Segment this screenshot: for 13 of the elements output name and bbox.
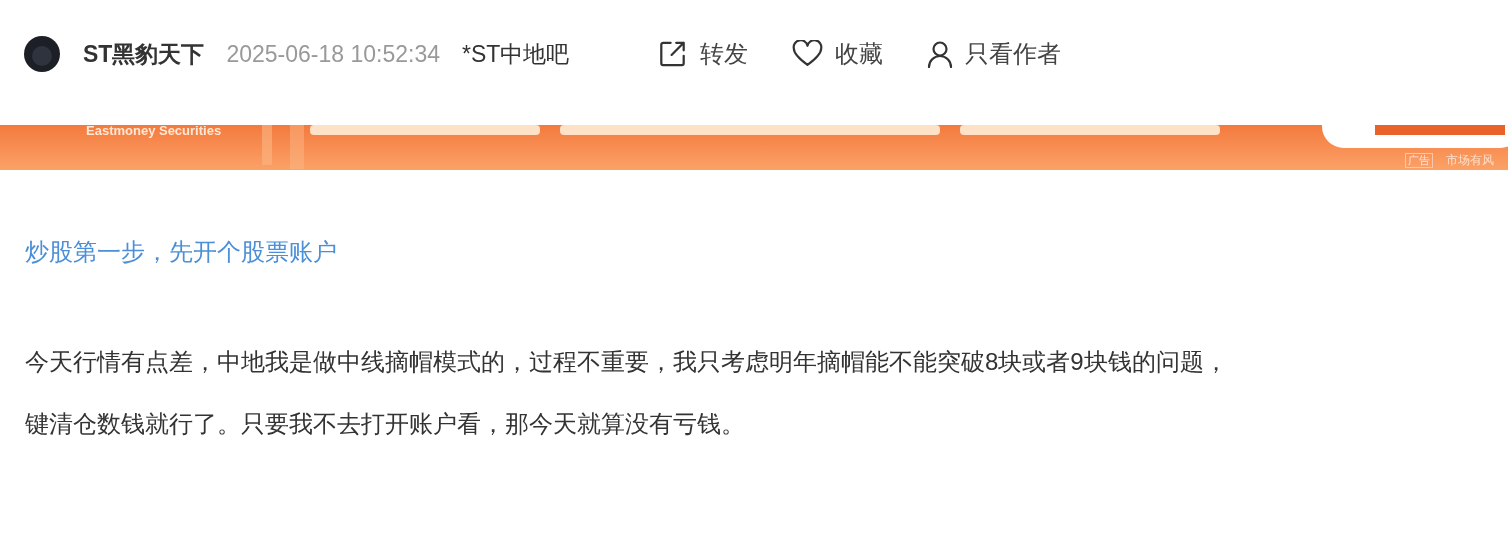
forum-link[interactable]: *ST中地吧 <box>461 36 570 72</box>
heart-icon <box>792 40 824 68</box>
risk-notice: 市场有风 <box>1446 152 1494 169</box>
share-button[interactable]: 转发 <box>657 36 749 72</box>
brand-label: Eastmoney Securities <box>86 123 222 138</box>
favorite-button[interactable]: 收藏 <box>792 36 884 72</box>
person-icon <box>927 40 954 68</box>
post-text-line: 键清仓数钱就行了。只要我不去打开账户看，那今天就算没有亏钱。 <box>25 409 745 439</box>
ad-tag: 广告 <box>1405 153 1433 168</box>
post-text-line: 今天行情有点差，中地我是做中线摘帽模式的，过程不重要，我只考虑明年摘帽能不能突破8块或者9块钱的问题， <box>25 347 1228 377</box>
avatar-icon[interactable] <box>24 36 60 72</box>
author-name[interactable]: ST黑豹天下 <box>83 36 205 72</box>
post-time: 2025-06-18 10:52:34 <box>226 40 440 69</box>
